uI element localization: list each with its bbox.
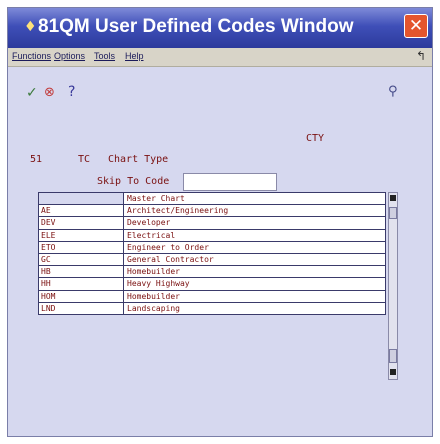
cell-description: Homebuilder	[124, 290, 386, 302]
cell-code: HH	[39, 278, 124, 290]
grid-row[interactable]: DEV Developer	[39, 217, 386, 230]
grid-row[interactable]: LND Landscaping	[39, 302, 386, 315]
grid-row[interactable]: HB Homebuilder	[39, 266, 386, 279]
menu-functions[interactable]: Functions	[12, 51, 51, 61]
cell-code: DEV	[39, 217, 124, 229]
title-bar[interactable]: ♦ 81QM User Defined Codes Window ✕	[8, 8, 432, 48]
scroll-up-icon[interactable]	[390, 195, 396, 201]
cell-description: Heavy Highway	[124, 278, 386, 290]
skip-to-code-label: Skip To Code	[97, 176, 170, 187]
checkmark-icon[interactable]: ✓	[26, 85, 38, 101]
grid-row[interactable]: AE Architect/Engineering	[39, 205, 386, 218]
close-button[interactable]: ✕	[404, 14, 428, 38]
record-type-description: Chart Type	[108, 154, 169, 165]
menu-bar: Functions Options Tools Help ↰	[8, 48, 432, 67]
cell-description: Landscaping	[124, 302, 386, 314]
menu-options[interactable]: Options	[54, 51, 85, 61]
grid-scrollbar[interactable]	[388, 192, 398, 380]
cell-code: GC	[39, 253, 124, 266]
cell-code: ETO	[39, 241, 124, 253]
skip-to-code-input[interactable]	[183, 173, 277, 191]
window-title: 81QM User Defined Codes Window	[38, 16, 354, 37]
grid-row[interactable]: HH Heavy Highway	[39, 278, 386, 291]
cell-description: General Contractor	[124, 253, 386, 266]
scroll-down-icon[interactable]	[390, 369, 396, 375]
cell-description: Electrical	[124, 229, 386, 241]
app-icon: ♦	[24, 19, 37, 35]
cell-description: Master Chart	[124, 193, 386, 205]
cell-description: Homebuilder	[124, 266, 386, 278]
menu-help[interactable]: Help	[125, 51, 144, 61]
cell-code	[39, 193, 124, 205]
scroll-thumb-lower[interactable]	[389, 349, 397, 363]
grid-row[interactable]: GC General Contractor	[39, 253, 386, 267]
codes-grid: Master Chart AE Architect/Engineering DE…	[38, 192, 386, 315]
cancel-x-icon[interactable]: ⊗	[44, 85, 55, 100]
grid-row[interactable]: ELE Electrical	[39, 229, 386, 242]
cell-description: Developer	[124, 217, 386, 229]
magnifier-icon[interactable]: ⚲	[388, 84, 398, 99]
cell-code: LND	[39, 302, 124, 314]
udc-window: ♦ 81QM User Defined Codes Window ✕ Funct…	[7, 7, 433, 437]
cell-description: Engineer to Order	[124, 241, 386, 253]
cell-code: AE	[39, 205, 124, 217]
grid-row[interactable]: ETO Engineer to Order	[39, 241, 386, 254]
cell-code: HOM	[39, 290, 124, 302]
help-icon[interactable]: ?	[68, 84, 75, 100]
record-type: TC	[78, 154, 91, 165]
cell-code: HB	[39, 266, 124, 278]
exit-icon[interactable]: ↰	[416, 49, 426, 63]
scroll-thumb[interactable]	[389, 207, 397, 219]
cell-description: Architect/Engineering	[124, 205, 386, 217]
menu-tools[interactable]: Tools	[94, 51, 115, 61]
cell-code: ELE	[39, 229, 124, 241]
grid-row-selected[interactable]: HOM Homebuilder	[39, 290, 386, 303]
system-code: 51	[30, 154, 43, 165]
grid-row[interactable]: Master Chart	[39, 193, 386, 206]
code-label: CTY	[306, 133, 325, 144]
